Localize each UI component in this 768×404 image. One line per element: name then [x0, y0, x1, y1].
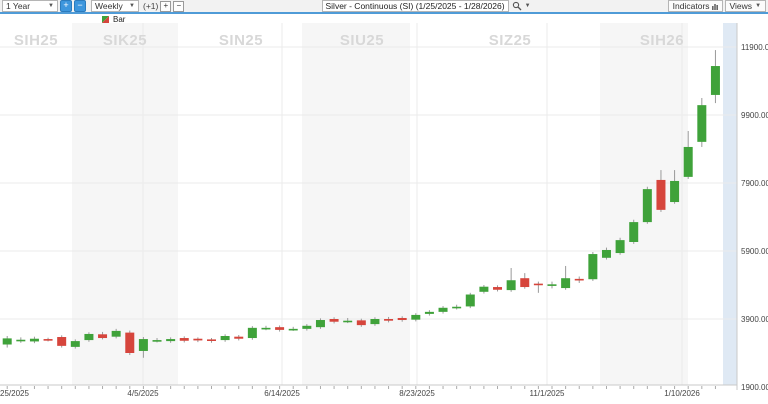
indicators-button-label: Indicators	[672, 1, 710, 11]
candlestick[interactable]	[493, 287, 503, 290]
candlestick[interactable]	[710, 66, 720, 95]
range-select[interactable]: 1 Year ▼	[2, 0, 58, 12]
candlestick[interactable]	[152, 340, 162, 342]
period-select[interactable]: Weekly ▼	[91, 0, 139, 12]
y-axis-label: 7900.00	[741, 179, 768, 188]
candlestick[interactable]	[70, 341, 80, 347]
candlestick[interactable]	[207, 339, 216, 341]
candlestick[interactable]	[138, 339, 148, 351]
chevron-down-icon: ▼	[129, 3, 135, 9]
legend-bar-toggle[interactable]: Bar	[102, 15, 125, 24]
candlestick[interactable]	[220, 336, 230, 341]
candlestick[interactable]	[166, 339, 176, 342]
chart-area[interactable]: SIH25 SIK25 SIN25 SIU25 SIZ25 SIH26 11900.00 99…	[0, 0, 768, 404]
candlestick[interactable]	[125, 332, 135, 353]
candlestick-canvas[interactable]	[0, 0, 768, 404]
x-axis-label: 1/10/2026	[664, 389, 700, 398]
symbol-title-box[interactable]: Silver - Continuous (SI) (1/25/2025 - 1/…	[321, 0, 509, 12]
chart-toolbar: 1 Year ▼ + − Weekly ▼ (+1) + − Silver - …	[0, 0, 768, 14]
candlestick[interactable]	[302, 325, 312, 329]
candlestick[interactable]	[370, 319, 380, 325]
candlestick[interactable]	[642, 189, 652, 223]
y-axis-label: 3900.00	[741, 315, 768, 324]
candlestick[interactable]	[656, 179, 666, 210]
views-button-label: Views	[729, 1, 753, 11]
contract-band-label: SIN25	[218, 32, 264, 49]
candlestick[interactable]	[16, 339, 26, 342]
candlestick[interactable]	[574, 278, 584, 281]
candlestick[interactable]	[329, 319, 339, 322]
contract-band-label: SIH25	[13, 32, 59, 49]
candlestick[interactable]	[479, 286, 489, 292]
views-button[interactable]: Views ▼	[724, 0, 767, 12]
candlestick[interactable]	[615, 240, 625, 254]
candlestick[interactable]	[533, 283, 543, 286]
aggregation-multiplier: (+1)	[143, 1, 159, 11]
candlestick[interactable]	[397, 317, 407, 321]
candlestick[interactable]	[601, 249, 611, 258]
candlestick[interactable]	[629, 222, 639, 242]
candlestick[interactable]	[234, 336, 244, 339]
candlestick[interactable]	[697, 105, 707, 142]
aggregation-plus-button[interactable]: +	[160, 0, 172, 12]
y-axis-label: 1900.00	[741, 383, 768, 392]
candlestick[interactable]	[275, 327, 285, 330]
candlestick[interactable]	[57, 337, 67, 346]
candlestick[interactable]	[111, 330, 121, 337]
candlestick[interactable]	[506, 280, 516, 291]
bar-series-icon	[102, 16, 109, 23]
period-select-value: Weekly	[95, 1, 123, 11]
candlestick[interactable]	[520, 278, 530, 288]
candlestick[interactable]	[452, 306, 462, 309]
chevron-down-icon: ▼	[755, 3, 762, 9]
candlestick[interactable]	[193, 338, 203, 341]
zoom-in-button[interactable]: +	[60, 0, 72, 12]
x-axis-label: 11/1/2025	[529, 389, 565, 398]
y-axis-label: 5900.00	[741, 247, 768, 256]
search-icon	[512, 1, 522, 11]
candlestick[interactable]	[438, 307, 448, 312]
contract-band-label: SIU25	[339, 32, 385, 49]
candlestick[interactable]	[384, 319, 394, 321]
x-axis-label: 4/5/2025	[127, 389, 159, 398]
candlestick[interactable]	[343, 320, 353, 323]
candlestick[interactable]	[179, 338, 189, 341]
candlestick[interactable]	[98, 334, 108, 339]
candlestick[interactable]	[561, 278, 571, 289]
candlestick[interactable]	[84, 333, 94, 341]
contract-band-label: SIH26	[639, 32, 685, 49]
y-axis-label: 11900.00	[741, 43, 768, 52]
candlestick[interactable]	[588, 254, 598, 280]
candlestick[interactable]	[247, 327, 257, 339]
legend-bar-label: Bar	[113, 15, 126, 24]
candlestick[interactable]	[356, 320, 366, 326]
zoom-out-button[interactable]: −	[74, 0, 86, 12]
candlestick[interactable]	[670, 180, 680, 203]
chevron-down-icon: ▼	[524, 3, 531, 9]
candlestick[interactable]	[2, 338, 12, 345]
candlestick[interactable]	[411, 314, 421, 320]
candlestick[interactable]	[43, 339, 53, 341]
contract-band-label: SIK25	[102, 32, 148, 49]
candlestick[interactable]	[465, 294, 475, 307]
indicators-button[interactable]: Indicators	[667, 0, 723, 12]
chart-title: Silver - Continuous (SI) (1/25/2025 - 1/…	[325, 1, 505, 11]
candlestick[interactable]	[315, 320, 325, 328]
contract-band-label: SIZ25	[488, 32, 532, 49]
x-axis-label: 8/23/2025	[399, 389, 435, 398]
candlestick[interactable]	[261, 327, 271, 330]
candlestick[interactable]	[288, 328, 298, 331]
x-axis-label: 6/14/2025	[264, 389, 300, 398]
range-select-value: 1 Year	[6, 1, 31, 11]
y-axis-label: 9900.00	[741, 111, 768, 120]
indicator-chart-icon	[711, 3, 718, 10]
aggregation-minus-button[interactable]: −	[173, 0, 185, 12]
candlestick[interactable]	[547, 284, 557, 286]
x-axis-label: 25/2025	[0, 389, 29, 398]
candlestick[interactable]	[29, 338, 39, 342]
chevron-down-icon: ▼	[48, 3, 54, 9]
symbol-search-button[interactable]: ▼	[512, 1, 531, 11]
candlestick[interactable]	[424, 311, 434, 314]
candlestick[interactable]	[683, 146, 693, 177]
